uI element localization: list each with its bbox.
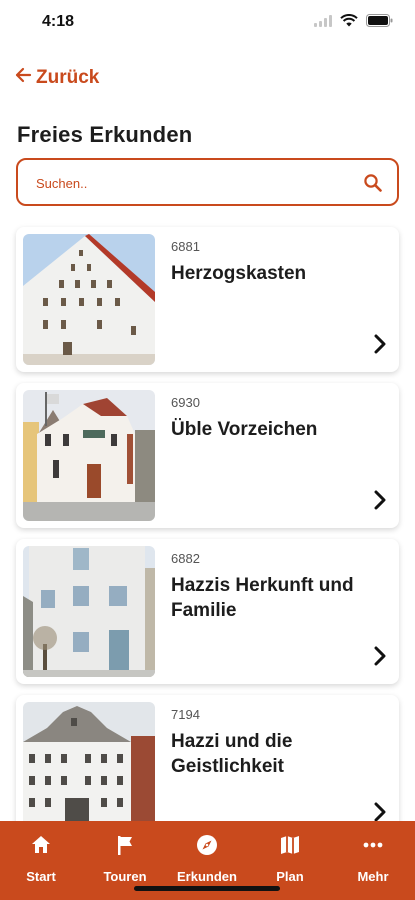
item-id: 6930: [171, 395, 200, 410]
thumbnail-image: [23, 234, 155, 365]
tab-plan[interactable]: Plan: [250, 833, 330, 884]
chevron-right-icon: [373, 333, 387, 360]
tab-label: Mehr: [357, 869, 389, 884]
flag-icon: [85, 833, 165, 859]
wifi-icon: [340, 14, 358, 27]
tab-mehr[interactable]: Mehr: [333, 833, 413, 884]
thumbnail-image: [23, 546, 155, 677]
item-title: Hazzis Herkunft und Familie: [171, 575, 354, 621]
search-box[interactable]: [16, 158, 399, 206]
list-item[interactable]: 6930 Üble Vorzeichen: [16, 383, 399, 528]
tab-touren[interactable]: Touren: [85, 833, 165, 884]
thumbnail-image: [23, 390, 155, 521]
back-button[interactable]: Zurück: [14, 66, 99, 90]
tab-label: Start: [26, 869, 56, 884]
item-title: Hazzi und die Geistlichkeit: [171, 731, 293, 777]
tab-label: Erkunden: [177, 869, 237, 884]
list-item[interactable]: 7194 Hazzi und die Geistlichkeit: [16, 695, 399, 840]
signal-icon: [314, 14, 332, 27]
page-title: Freies Erkunden: [17, 122, 193, 147]
status-icons: [314, 14, 393, 27]
arrow-left-icon: [14, 66, 32, 90]
more-icon: [333, 833, 413, 859]
chevron-right-icon: [373, 645, 387, 672]
item-id: 7194: [171, 707, 200, 722]
search-input[interactable]: [36, 172, 336, 194]
back-label: Zurück: [36, 67, 100, 88]
list-item[interactable]: 6881 Herzogskasten: [16, 227, 399, 372]
status-time: 4:18: [42, 13, 75, 30]
tab-label: Touren: [103, 869, 147, 884]
chevron-right-icon: [373, 489, 387, 516]
search-icon[interactable]: [363, 173, 383, 198]
item-title: Üble Vorzeichen: [171, 419, 318, 440]
home-icon: [1, 833, 81, 859]
map-icon: [250, 833, 330, 859]
item-title: Herzogskasten: [171, 263, 307, 284]
home-indicator: [134, 886, 280, 891]
status-bar: 4:18: [0, 0, 415, 46]
thumbnail-image: [23, 702, 155, 833]
item-id: 6881: [171, 239, 200, 254]
battery-icon: [366, 14, 393, 27]
item-id: 6882: [171, 551, 200, 566]
tab-label: Plan: [276, 869, 304, 884]
tab-erkunden[interactable]: Erkunden: [167, 833, 247, 884]
compass-icon: [167, 833, 247, 859]
tab-start[interactable]: Start: [1, 833, 81, 884]
list-item[interactable]: 6882 Hazzis Herkunft und Familie: [16, 539, 399, 684]
